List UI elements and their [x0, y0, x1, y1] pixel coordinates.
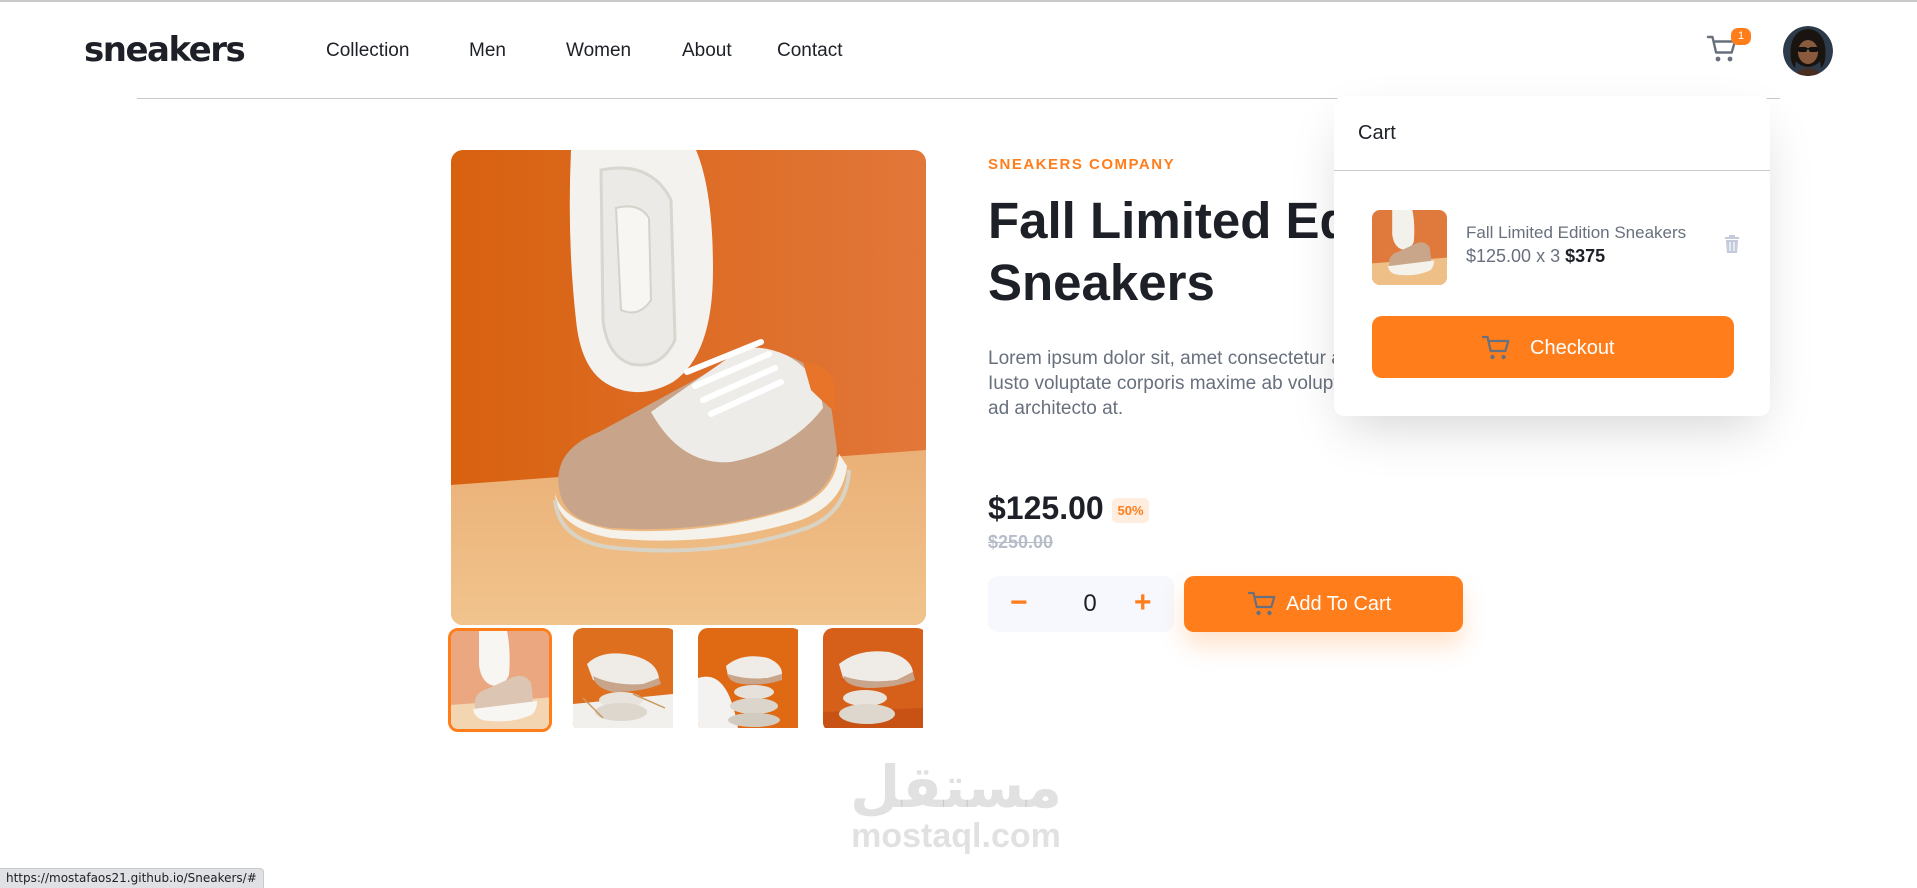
site-logo[interactable]: sneakers [84, 30, 246, 70]
thumbnail-image-3 [698, 628, 798, 728]
cart-count-badge: 1 [1731, 28, 1751, 45]
top-border [0, 0, 1917, 2]
plus-button[interactable]: + [1134, 588, 1152, 618]
sneaker-product-image [451, 150, 926, 625]
thumbnail-image-2 [573, 628, 673, 728]
checkout-label: Checkout [1530, 337, 1615, 359]
cart-item-name: Fall Limited Edition Sneakers [1466, 223, 1687, 242]
checkout-button[interactable]: Checkout [1372, 316, 1734, 378]
avatar-icon [1783, 26, 1833, 76]
company-name: SNEAKERS COMPANY [988, 156, 1176, 173]
watermark: مستقل mostaql.com [836, 756, 1076, 854]
thumbnail-image-4 [823, 628, 923, 728]
main-product-image[interactable] [451, 150, 926, 625]
minus-button[interactable]: − [1010, 588, 1028, 618]
nav-about[interactable]: About [682, 40, 732, 62]
cart-item-total: $375 [1565, 246, 1606, 266]
status-bar-url: https://mostafaos21.github.io/Sneakers/# [0, 868, 264, 888]
trash-icon [1725, 235, 1739, 253]
watermark-arabic: مستقل [849, 753, 1063, 821]
avatar[interactable] [1781, 24, 1835, 78]
thumbnail-1[interactable] [448, 628, 552, 732]
cart-item-price-calc: $125.00 x 3 $375 [1466, 246, 1605, 267]
quantity-stepper: − 0 + [988, 576, 1174, 632]
original-price: $250.00 [988, 532, 1054, 552]
cart-item-image [1372, 210, 1447, 285]
nav-contact[interactable]: Contact [777, 40, 842, 62]
discount-badge: 50% [1112, 498, 1149, 523]
cart-item-thumbnail [1372, 210, 1447, 285]
thumbnail-image-1 [451, 631, 549, 729]
thumbnail-4[interactable] [823, 628, 927, 732]
cart-divider [1334, 170, 1770, 171]
delete-item-button[interactable] [1724, 234, 1740, 259]
add-to-cart-label: Add To Cart [1286, 593, 1392, 615]
quantity-value: 0 [1083, 590, 1097, 617]
nav-collection[interactable]: Collection [326, 40, 409, 62]
watermark-latin: mostaql.com [851, 817, 1061, 855]
thumbnail-3[interactable] [698, 628, 802, 732]
nav-men[interactable]: Men [469, 40, 506, 62]
current-price: $125.00 [988, 490, 1104, 526]
cart-icon [1482, 335, 1510, 360]
add-to-cart-button[interactable]: Add To Cart [1184, 576, 1463, 632]
cart-icon [1248, 591, 1276, 616]
cart-dropdown: Cart Fall Limited Edition Sneakers $125.… [1334, 96, 1770, 416]
thumbnail-2[interactable] [573, 628, 677, 732]
cart-item-unit-calc: $125.00 x 3 [1466, 246, 1566, 266]
site-header: sneakers Collection Men Women About Cont… [84, 20, 1835, 100]
cart-title: Cart [1358, 122, 1396, 144]
nav-women[interactable]: Women [566, 40, 631, 62]
